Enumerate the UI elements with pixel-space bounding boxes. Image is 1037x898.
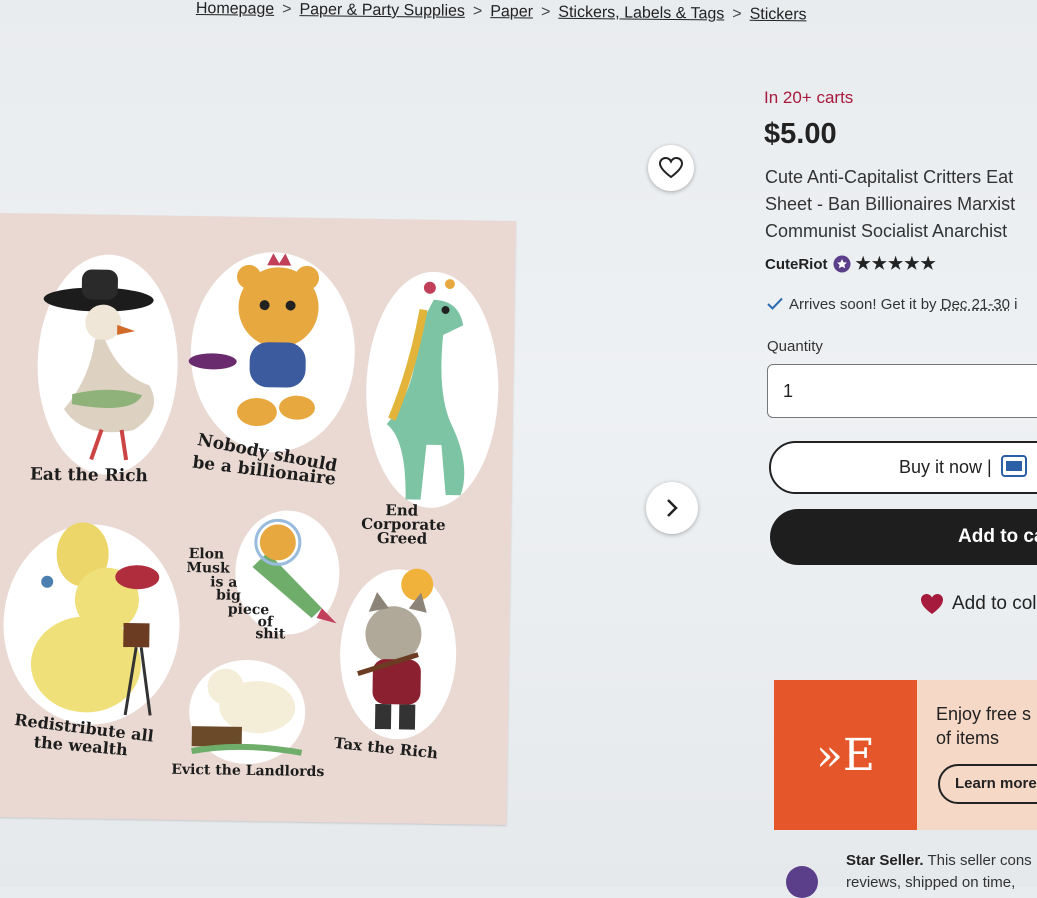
star-seller-info: Star Seller. This seller cons reviews, s… [846, 850, 1032, 894]
promo-line: of items [936, 728, 1000, 748]
favorite-button[interactable] [648, 145, 694, 191]
star-seller-line: reviews, shipped on time, [846, 874, 1016, 891]
breadcrumb-separator: > [732, 5, 742, 23]
bear-sticker-art [188, 252, 355, 453]
checkmark-icon [767, 297, 783, 310]
heart-filled-icon [921, 594, 943, 614]
sticker-elon-line7: shit [255, 626, 286, 643]
price: $5.00 [764, 118, 837, 150]
shop-name-link[interactable]: CuteRiot [765, 256, 828, 273]
rocket-bear-sticker-art [235, 510, 340, 635]
promo-line: Enjoy free s [936, 704, 1032, 724]
star-seller-text: This seller cons [923, 852, 1032, 869]
breadcrumb: Homepage > Paper & Party Supplies > Paper > St… [196, 0, 807, 24]
bunny-sticker-art [3, 522, 180, 725]
buy-now-button[interactable]: Buy it now | [769, 441, 1037, 494]
breadcrumb-paper-party[interactable]: Paper & Party Supplies [299, 1, 465, 20]
in-carts-label: In 20+ carts [764, 88, 854, 107]
breadcrumb-separator: > [540, 3, 551, 21]
rating-stars[interactable]: ★★★★★ [856, 254, 937, 274]
buy-now-label: Buy it now | [899, 457, 992, 477]
card-icon [1000, 455, 1027, 477]
breadcrumb-homepage[interactable]: Homepage [196, 0, 274, 18]
lamb-sticker-art [189, 659, 306, 764]
add-to-collection-label: Add to col [952, 593, 1037, 614]
quantity-label: Quantity [767, 338, 823, 355]
add-to-cart-button[interactable]: Add to ca [770, 509, 1037, 565]
product-title: Cute Anti-Capitalist Critters Eat Sheet … [765, 164, 1015, 245]
product-title-line: Sheet - Ban Billionaires Marxist [765, 194, 1016, 214]
breadcrumb-stickers-labels[interactable]: Stickers, Labels & Tags [558, 4, 724, 23]
shop-info: CuteRiot ★★★★★ [765, 254, 937, 274]
sticker-elon-line2: Musk [186, 559, 230, 577]
product-title-line: Cute Anti-Capitalist Critters Eat [765, 167, 1014, 187]
breadcrumb-separator: > [472, 2, 483, 20]
etsy-plus-logo: »E [774, 680, 917, 830]
learn-more-button[interactable]: Learn more [938, 764, 1037, 804]
sticker-end-corporate-greed-line3: Greed [376, 528, 428, 548]
goose-sticker-art [37, 254, 178, 475]
add-to-collection-button[interactable]: Add to col [920, 593, 1037, 615]
breadcrumb-separator: > [282, 0, 292, 19]
arrival-date[interactable]: Dec 21-30 [941, 296, 1010, 313]
star-seller-badge-icon [833, 255, 850, 273]
promo-banner: »E Enjoy free s of items Learn more [774, 680, 1037, 830]
quantity-select[interactable]: 1 [767, 364, 1037, 418]
product-title-line: Communist Socialist Anarchist [765, 221, 1008, 241]
heart-outline-icon [659, 157, 683, 179]
star-seller-icon [786, 866, 818, 898]
arrival-info: Arrives soon! Get it by Dec 21-30 i [767, 296, 1017, 313]
arrival-tail: i [1009, 296, 1018, 313]
chevron-right-icon [667, 499, 678, 517]
sticker-eat-the-rich: Eat the Rich [29, 464, 149, 487]
next-image-button[interactable] [646, 482, 698, 534]
star-seller-line: Star Seller. This seller cons [846, 850, 1032, 872]
breadcrumb-paper[interactable]: Paper [490, 3, 533, 20]
arrival-text: Arrives soon! Get it by [789, 296, 937, 313]
product-image[interactable]: Eat the Rich Nobody should be a billiona… [0, 213, 516, 826]
sticker-evict-landlords: Evict the Landlords [171, 761, 325, 781]
purchase-panel: In 20+ carts $5.00 Cute Anti-Capitalist … [764, 0, 1037, 898]
giraffe-sticker-art [366, 271, 499, 508]
promo-text: Enjoy free s of items [936, 702, 1031, 750]
cat-sticker-art [340, 568, 457, 740]
star-seller-title: Star Seller. [846, 852, 924, 869]
